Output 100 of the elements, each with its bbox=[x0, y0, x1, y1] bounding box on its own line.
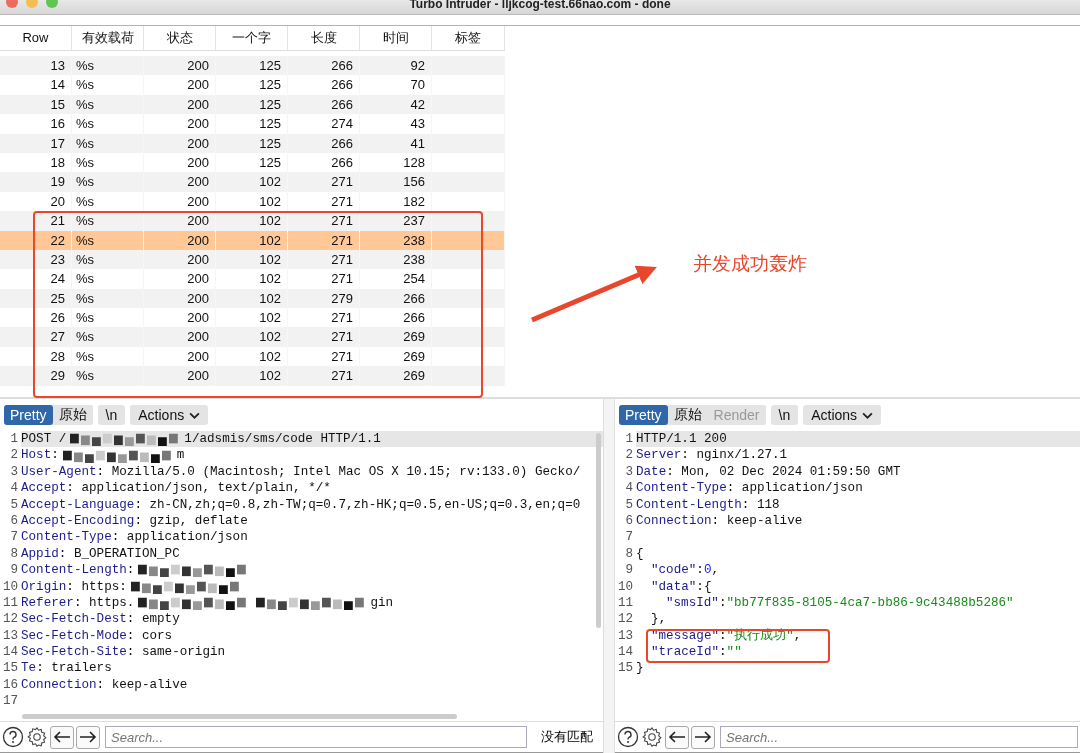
table-cell: %s bbox=[76, 193, 95, 209]
table-row[interactable]: 27 %s 200 102 271 269 bbox=[0, 327, 505, 347]
help-icon[interactable] bbox=[617, 726, 639, 748]
table-cell: 271 bbox=[331, 213, 353, 229]
code-text: , bbox=[793, 627, 802, 645]
forward-button[interactable] bbox=[76, 725, 100, 749]
line-number: 9 bbox=[624, 562, 633, 579]
line-number: 11 bbox=[1, 594, 18, 612]
line-number: 6 bbox=[624, 512, 633, 530]
table-cell: 128 bbox=[403, 154, 425, 170]
table-cell: %s bbox=[76, 174, 95, 190]
line-number: 14 bbox=[1, 644, 18, 661]
table-cell: 274 bbox=[331, 116, 353, 132]
code-text: : keep-alive bbox=[711, 512, 803, 530]
column-header[interactable]: 一个字 bbox=[216, 26, 288, 50]
line-number: 10 bbox=[616, 578, 633, 595]
table-cell: 42 bbox=[410, 96, 425, 112]
column-header[interactable]: 时间 bbox=[360, 26, 432, 50]
column-header[interactable]: Row bbox=[0, 26, 72, 50]
table-cell: 271 bbox=[331, 368, 353, 384]
line-number: 5 bbox=[624, 496, 633, 513]
table-cell: %s bbox=[76, 96, 95, 112]
left-arrow-icon bbox=[668, 730, 686, 744]
table-cell: 237 bbox=[403, 213, 425, 229]
table-cell: 200 bbox=[187, 368, 209, 384]
code-text: : nginx/1.27.1 bbox=[681, 447, 788, 464]
table-cell: %s bbox=[76, 232, 95, 248]
table-cell: 16 bbox=[50, 116, 65, 132]
line-number: 2 bbox=[624, 447, 633, 464]
column-header[interactable]: 长度 bbox=[288, 26, 360, 50]
newline-button[interactable]: \n bbox=[97, 405, 126, 425]
table-cell: 21 bbox=[50, 213, 65, 229]
code-text: Content-Type bbox=[636, 480, 727, 497]
table-cell: 20 bbox=[50, 193, 65, 209]
table-row[interactable]: 17 %s 200 125 266 41 bbox=[0, 133, 505, 153]
code-text: :{ bbox=[696, 578, 712, 595]
search-field[interactable]: Search... bbox=[105, 726, 527, 748]
back-button[interactable] bbox=[50, 725, 74, 749]
table-cell: 200 bbox=[187, 251, 209, 267]
table-cell: 102 bbox=[259, 271, 281, 287]
table-row[interactable]: 24 %s 200 102 271 254 bbox=[0, 269, 505, 289]
column-header[interactable]: 标签 bbox=[432, 26, 505, 50]
table-cell: %s bbox=[76, 58, 95, 73]
code-text: : bbox=[719, 644, 727, 661]
help-icon[interactable] bbox=[2, 726, 24, 748]
table-cell: 200 bbox=[187, 96, 209, 112]
table-cell: 102 bbox=[259, 251, 281, 267]
scrollbar[interactable] bbox=[596, 433, 601, 628]
code-text: HTTP/1.1 200 bbox=[636, 431, 727, 448]
table-cell: 269 bbox=[403, 329, 425, 345]
table-row[interactable]: 13 %s 200 125 266 92 bbox=[0, 56, 505, 76]
table-cell: 271 bbox=[331, 251, 353, 267]
code-text: Content-Type bbox=[21, 529, 112, 546]
table-cell: 102 bbox=[259, 232, 281, 248]
code-text: "traceId" bbox=[651, 644, 720, 661]
table-cell: 102 bbox=[259, 368, 281, 384]
table-cell: 102 bbox=[259, 174, 281, 190]
table-cell: %s bbox=[76, 251, 95, 267]
caret-icon bbox=[862, 411, 874, 419]
search-field[interactable]: Search... bbox=[720, 726, 1078, 748]
code-text: Date bbox=[636, 463, 667, 481]
caret-icon bbox=[189, 411, 201, 419]
newline-button[interactable]: \n bbox=[770, 405, 799, 425]
code-text: 1/adsmis/sms/code HTTP/1.1 bbox=[184, 431, 381, 448]
table-row[interactable]: 25 %s 200 102 279 266 bbox=[0, 288, 505, 309]
back-button[interactable] bbox=[665, 725, 689, 749]
table-cell: %s bbox=[76, 368, 95, 384]
code-text: : bbox=[51, 447, 59, 464]
scrollbar[interactable] bbox=[22, 714, 457, 719]
code-text: : https. bbox=[73, 594, 135, 612]
table-cell: 271 bbox=[331, 271, 353, 287]
line-number: 8 bbox=[624, 545, 633, 563]
view-tab[interactable]: Pretty bbox=[619, 405, 668, 425]
table-row[interactable]: 19 %s 200 102 271 156 bbox=[0, 172, 505, 192]
column-header[interactable]: 状态 bbox=[144, 26, 216, 50]
actions-button[interactable]: Actions bbox=[130, 405, 209, 425]
table-cell: 92 bbox=[410, 58, 425, 73]
view-tab[interactable]: Pretty bbox=[4, 405, 53, 425]
code-text: : B_OPERATION_PC bbox=[58, 545, 180, 563]
table-cell: 266 bbox=[331, 77, 353, 93]
line-number: 11 bbox=[616, 594, 633, 612]
table-row[interactable]: 14 %s 200 125 266 70 bbox=[0, 75, 505, 95]
actions-button[interactable]: Actions bbox=[803, 405, 882, 425]
column-header[interactable]: 有效载荷 bbox=[72, 26, 144, 50]
line-number: 4 bbox=[624, 480, 633, 497]
settings-icon[interactable] bbox=[26, 726, 48, 748]
line-number: 13 bbox=[1, 627, 18, 645]
table-row[interactable]: 15 %s 200 125 266 42 bbox=[0, 94, 505, 115]
table-cell: 102 bbox=[259, 310, 281, 326]
table-row[interactable]: 16 %s 200 125 274 43 bbox=[0, 114, 505, 134]
line-number: 1 bbox=[9, 431, 18, 448]
table-row[interactable]: 29 %s 200 102 271 269 bbox=[0, 366, 505, 386]
settings-icon[interactable] bbox=[641, 726, 663, 748]
table-cell: 18 bbox=[50, 154, 65, 170]
right-arrow-icon bbox=[79, 730, 97, 744]
table-cell: 269 bbox=[403, 368, 425, 384]
forward-button[interactable] bbox=[691, 725, 715, 749]
line-number: 8 bbox=[9, 545, 18, 563]
table-row[interactable]: 21 %s 200 102 271 237 bbox=[0, 211, 505, 231]
code-text: : empty bbox=[126, 611, 180, 628]
